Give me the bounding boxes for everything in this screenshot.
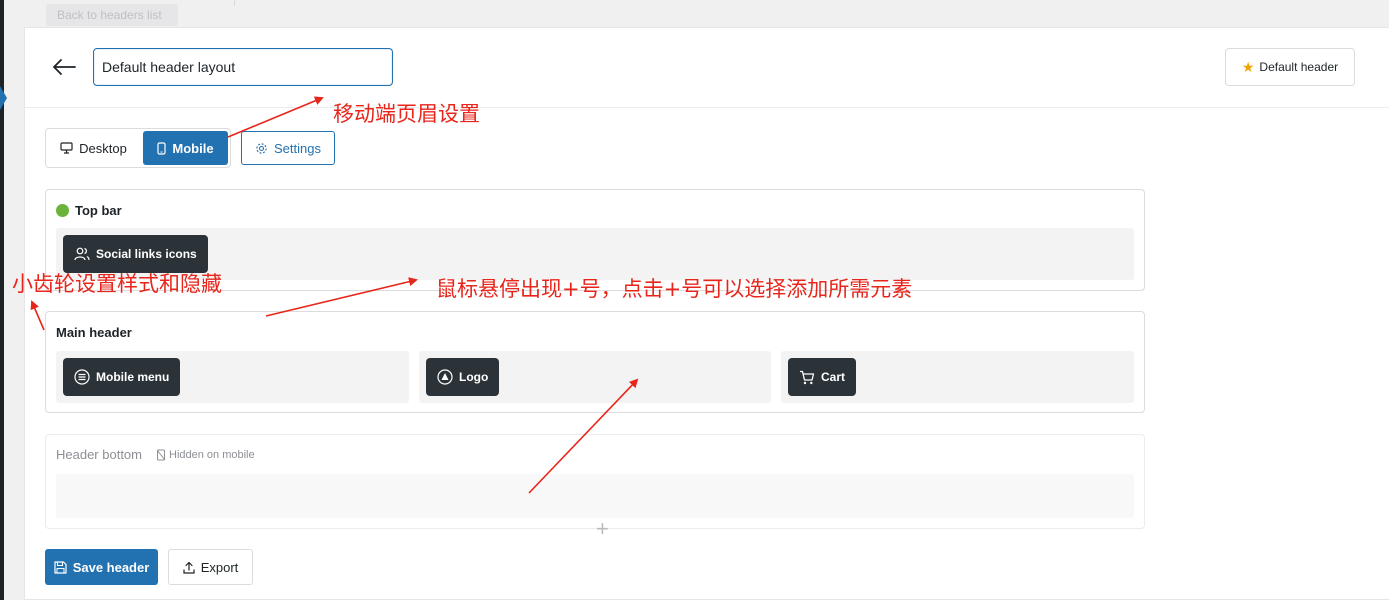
settings-button[interactable]: Settings [241,131,335,165]
tab-desktop[interactable]: Desktop [48,131,139,165]
element-social-links[interactable]: Social links icons [63,235,208,273]
element-cart-label: Cart [821,370,846,384]
tab-mobile[interactable]: Mobile [142,131,228,165]
builder-toolbar: ★ Default header [25,28,1389,108]
save-icon [54,560,67,574]
annotation-mobile-settings: 移动端页眉设置 [333,102,480,126]
tab-desktop-label: Desktop [79,140,127,156]
desktop-icon [60,142,73,154]
star-icon: ★ [1241,59,1255,75]
element-mobile-menu-label: Mobile menu [96,370,170,384]
row-header-bottom: Header bottom Hidden on mobile + [45,434,1145,540]
admin-sidebar-edge [0,0,7,600]
status-dot-icon [56,204,69,217]
header-name-input[interactable] [93,48,393,86]
settings-label: Settings [274,140,321,156]
back-to-headers-link[interactable]: Back to headers list [46,4,178,26]
back-arrow-icon[interactable] [51,54,77,80]
tab-mobile-label: Mobile [172,140,214,156]
upload-icon [183,561,195,574]
users-icon [74,247,90,261]
row-main-header-title: Main header [56,325,132,340]
element-social-links-label: Social links icons [96,247,197,261]
header-bottom-zone[interactable]: + [56,474,1134,540]
main-header-center-zone[interactable]: Logo [419,351,771,403]
element-cart[interactable]: Cart [788,358,857,396]
row-top-bar-title: Top bar [56,203,122,218]
row-top-bar-label: Top bar [75,203,122,218]
main-header-left-zone[interactable]: Mobile menu [56,351,409,403]
export-button[interactable]: Export [168,549,253,585]
header-builder-panel: ★ Default header Desktop Mobile Settings… [24,27,1389,600]
default-header-button[interactable]: ★ Default header [1225,48,1355,86]
current-menu-indicator [0,86,7,110]
element-mobile-menu[interactable]: Mobile menu [63,358,181,396]
annotation-hover-add: 鼠标悬停出现+号，点击+号可以选择添加所需元素 [436,277,913,301]
gear-icon [256,142,267,154]
row-header-bottom-label: Header bottom [56,447,142,462]
element-logo-label: Logo [459,370,489,384]
cart-icon [800,370,815,384]
menu-icon [74,369,90,385]
logo-icon [437,369,453,385]
export-label: Export [200,559,239,575]
annotation-gear-settings: 小齿轮设置样式和隐藏 [12,272,222,296]
default-header-label: Default header [1259,60,1339,74]
divider [234,0,235,6]
save-header-button[interactable]: Save header [45,549,158,585]
row-main-header-label: Main header [56,325,132,340]
row-header-bottom-title: Header bottom Hidden on mobile [56,447,255,462]
hidden-on-mobile-badge: Hidden on mobile [156,449,255,461]
mobile-off-icon [156,449,166,460]
mobile-icon [157,141,166,155]
main-header-right-zone[interactable]: Cart [781,351,1134,403]
add-element-plus-icon[interactable]: + [596,518,609,540]
row-main-header: Main header Mobile menu Logo Cart [45,311,1145,413]
device-tabs: Desktop Mobile [45,128,231,168]
hidden-on-mobile-label: Hidden on mobile [169,448,255,461]
element-logo[interactable]: Logo [426,358,500,396]
save-header-label: Save header [72,559,150,575]
